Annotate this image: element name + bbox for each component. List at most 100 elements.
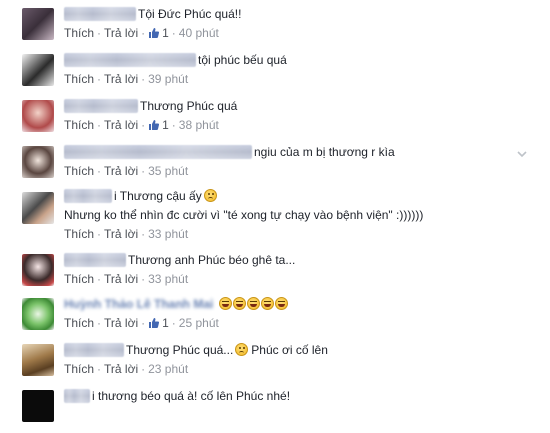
laughing-emoji-icon (247, 297, 261, 310)
avatar[interactable] (22, 100, 54, 132)
comment-body: Tội Đức Phúc quá!! Thích · Trả lời · 1 · 40 ph… (64, 6, 530, 40)
chevron-down-icon[interactable] (516, 148, 528, 160)
timestamp[interactable]: 38 phút (179, 118, 219, 132)
author-name-redacted[interactable] (64, 99, 138, 113)
author-name-redacted[interactable] (64, 343, 124, 357)
like-link[interactable]: Thích (64, 316, 94, 330)
comment-body: tội phúc bếu quá Thích · Trả lời · 39 phút (64, 52, 530, 86)
comment-body: Thương anh Phúc béo ghê ta... Thích · Trả … (64, 252, 530, 286)
comment-text-line: tội phúc bếu quá (64, 52, 530, 68)
like-count[interactable]: 1 (162, 118, 169, 132)
like-count[interactable]: 1 (162, 26, 169, 40)
timestamp[interactable]: 40 phút (179, 26, 219, 40)
comment-body: Huỳnh Thảo Lê Thanh Mai Thích · Trả lời · 1 ·… (64, 296, 530, 330)
separator: · (141, 316, 146, 330)
comment-text: i Thương cậu ấy (114, 189, 202, 203)
timestamp[interactable]: 33 phút (148, 272, 188, 286)
comment-actions: Thích · Trả lời · 1 · 40 phút (64, 26, 530, 40)
avatar[interactable] (22, 146, 54, 178)
comment-text: Thương anh Phúc béo ghê ta... (128, 253, 296, 267)
separator: · (97, 316, 102, 330)
comment-text-line: i Thương cậu ấy (64, 188, 530, 204)
frown-emoji-icon (235, 343, 249, 356)
like-link[interactable]: Thích (64, 118, 94, 132)
timestamp[interactable]: 23 phút (148, 362, 188, 376)
comment-body: ngiu của m bị thương r kìa Thích · Trả lời… (64, 144, 530, 178)
comment-body: Thương Phúc quá... Phúc ơi cố lên Thích · T… (64, 342, 530, 376)
thumbs-up-icon[interactable] (148, 27, 160, 39)
avatar[interactable] (22, 54, 54, 86)
author-name[interactable]: Huỳnh Thảo Lê Thanh Mai (64, 296, 213, 312)
like-link[interactable]: Thích (64, 227, 94, 241)
reply-link[interactable]: Trả lời (104, 227, 138, 241)
timestamp[interactable]: 33 phút (148, 227, 188, 241)
author-name-redacted[interactable] (64, 145, 252, 159)
like-link[interactable]: Thích (64, 362, 94, 376)
comment-text-line: Thương Phúc quá (64, 98, 530, 114)
reply-link[interactable]: Trả lời (104, 316, 138, 330)
comment-actions: Thích · Trả lời · 1 · 25 phút (64, 316, 530, 330)
frown-emoji-icon (203, 189, 217, 202)
reply-link[interactable]: Trả lời (104, 118, 138, 132)
author-name-redacted[interactable] (64, 7, 136, 21)
separator: · (97, 227, 102, 241)
laughing-emoji-icon (233, 297, 247, 310)
separator: · (97, 72, 102, 86)
comment-text-line: ngiu của m bị thương r kìa (64, 144, 530, 160)
like-link[interactable]: Thích (64, 272, 94, 286)
separator: · (171, 26, 176, 40)
comment-text: Thương Phúc quá... (126, 343, 234, 357)
comment-text-line: Thương anh Phúc béo ghê ta... (64, 252, 530, 268)
emoji-row (219, 297, 289, 311)
comment-text-line-2: Nhưng ko thể nhìn đc cười vì "té xong tự… (64, 207, 530, 223)
comment-body: i thương béo quá à! cố lên Phúc nhé! (64, 388, 530, 404)
avatar[interactable] (22, 344, 54, 376)
reply-link[interactable]: Trả lời (104, 164, 138, 178)
avatar[interactable] (22, 298, 54, 330)
laughing-emoji-icon (275, 297, 289, 310)
author-name-redacted[interactable] (64, 53, 196, 67)
like-count[interactable]: 1 (162, 316, 169, 330)
separator: · (97, 272, 102, 286)
thumbs-up-icon[interactable] (148, 119, 160, 131)
thumbs-up-icon[interactable] (148, 317, 160, 329)
timestamp[interactable]: 35 phút (148, 164, 188, 178)
comment-text-after: Phúc ơi cố lên (251, 343, 328, 357)
comment-actions: Thích · Trả lời · 33 phút (64, 272, 530, 286)
comment-text: Thương Phúc quá (140, 99, 238, 113)
separator: · (171, 118, 176, 132)
author-name-redacted[interactable] (64, 253, 126, 267)
comment-text: tội phúc bếu quá (198, 53, 287, 67)
reply-link[interactable]: Trả lời (104, 26, 138, 40)
separator: · (141, 72, 146, 86)
avatar[interactable] (22, 8, 54, 40)
timestamp[interactable]: 39 phút (148, 72, 188, 86)
reply-link[interactable]: Trả lời (104, 362, 138, 376)
avatar[interactable] (22, 192, 54, 224)
like-link[interactable]: Thích (64, 72, 94, 86)
comment-text: ngiu của m bị thương r kìa (254, 145, 395, 159)
comment-actions: Thích · Trả lời · 39 phút (64, 72, 530, 86)
comment-actions: Thích · Trả lời · 33 phút (64, 227, 530, 241)
comment-text: Tội Đức Phúc quá!! (138, 7, 242, 21)
comment-actions: Thích · Trả lời · 35 phút (64, 164, 530, 178)
author-name-redacted[interactable] (64, 189, 112, 203)
reply-link[interactable]: Trả lời (104, 272, 138, 286)
like-link[interactable]: Thích (64, 164, 94, 178)
separator: · (141, 118, 146, 132)
comment-thread: Tội Đức Phúc quá!! Thích · Trả lời · 1 · 40 ph… (0, 0, 550, 433)
separator: · (97, 164, 102, 178)
comment-text-line: Tội Đức Phúc quá!! (64, 6, 530, 22)
avatar[interactable] (22, 254, 54, 286)
timestamp[interactable]: 25 phút (179, 316, 219, 330)
separator: · (141, 164, 146, 178)
separator: · (141, 362, 146, 376)
comment-text: i thương béo quá à! cố lên Phúc nhé! (92, 389, 291, 403)
comment-actions: Thích · Trả lời · 1 · 38 phút (64, 118, 530, 132)
author-name-redacted[interactable] (64, 389, 90, 403)
separator: · (97, 362, 102, 376)
avatar[interactable] (22, 390, 54, 422)
reply-link[interactable]: Trả lời (104, 72, 138, 86)
comment-actions: Thích · Trả lời · 23 phút (64, 362, 530, 376)
like-link[interactable]: Thích (64, 26, 94, 40)
